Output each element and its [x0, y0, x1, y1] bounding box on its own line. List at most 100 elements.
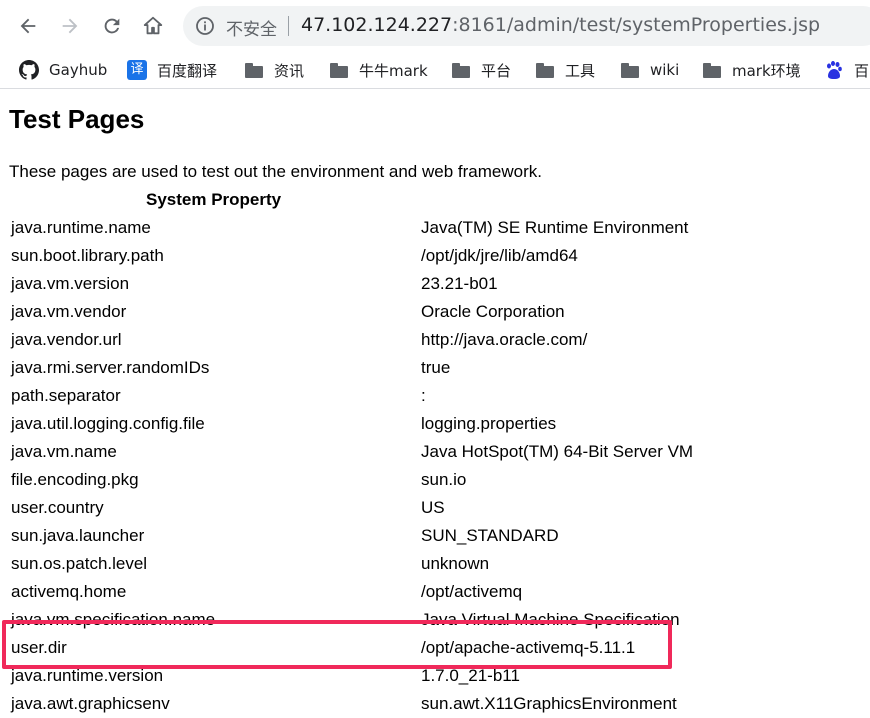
property-value: /opt/activemq: [421, 582, 523, 601]
github-icon: [19, 60, 40, 80]
bookmark-label: 百: [854, 61, 870, 80]
bookmark-label: 百度翻译: [157, 61, 218, 80]
property-name: java.runtime.name: [11, 218, 151, 237]
bookmark-folder-wiki[interactable]: wiki: [620, 58, 679, 82]
table-row: java.vm.specification.name Java Virtual M…: [0, 606, 870, 634]
property-name: java.runtime.version: [11, 666, 164, 685]
property-value: http://java.oracle.com/: [421, 330, 588, 349]
table-row: file.encoding.pkg sun.io: [0, 466, 870, 494]
property-name: sun.java.launcher: [11, 526, 145, 545]
back-button[interactable]: [12, 10, 44, 42]
property-name: java.vm.specification.name: [11, 610, 216, 629]
property-name: path.separator: [11, 386, 121, 405]
forward-arrow-icon: [62, 18, 78, 34]
page-content: Test Pages These pages are used to test …: [0, 90, 870, 715]
table-header: System Property: [146, 190, 282, 209]
table-row: path.separator:: [0, 382, 870, 410]
folder-icon: [451, 60, 471, 80]
property-name: java.vm.vendor: [11, 302, 127, 321]
property-value: sun.awt.X11GraphicsEnvironment: [421, 694, 677, 713]
page-title: Test Pages: [9, 104, 145, 134]
property-value: SUN_STANDARD: [421, 526, 559, 545]
property-value: 23.21-b01: [421, 274, 498, 293]
url-path: :8161/admin/test/systemProperties.jsp: [452, 14, 821, 36]
property-value: logging.properties: [421, 414, 557, 433]
folder-icon: [535, 60, 555, 80]
table-row: java.vm.name Java HotSpot(TM) 64-Bit Serv…: [0, 438, 870, 466]
bookmark-folder-niuniu[interactable]: 牛牛mark: [329, 58, 428, 82]
bookmark-label: 平台: [481, 61, 512, 80]
property-name: java.rmi.server.randomIDs: [11, 358, 210, 377]
property-value: Java Virtual Machine Specification: [421, 610, 680, 629]
translate-icon: 译: [127, 60, 147, 80]
property-name: sun.os.patch.level: [11, 554, 148, 573]
property-value: Oracle Corporation: [421, 302, 565, 321]
property-name: java.vm.version: [11, 274, 130, 293]
folder-icon: [620, 60, 640, 80]
folder-icon: [244, 60, 264, 80]
table-row: java.vm.vendor Oracle Corporation: [0, 298, 870, 326]
property-name: java.vendor.url: [11, 330, 122, 349]
property-name: java.awt.graphicsenv: [11, 694, 170, 713]
bookmark-folder-tools[interactable]: 工具: [535, 58, 595, 82]
home-icon: [143, 16, 163, 35]
table-row: java.rmi.server.randomIDs true: [0, 354, 870, 382]
bookmark-folder-news[interactable]: 资讯: [244, 58, 304, 82]
browser-toolbar: 不安全 47.102.124.227:8161/admin/test/syste…: [0, 0, 870, 52]
property-table: java.runtime.name Java(TM) SE Runtime Env…: [0, 214, 870, 718]
property-name: java.util.logging.config.file: [11, 414, 205, 433]
table-row-highlighted: user.dir/opt/apache-activemq-5.11.1: [0, 634, 870, 662]
property-value: /opt/jdk/jre/lib/amd64: [421, 246, 578, 265]
table-row: java.runtime.version 1.7.0_21-b11: [0, 662, 870, 690]
property-name: java.vm.name: [11, 442, 117, 461]
property-value: sun.io: [421, 470, 467, 489]
forward-button[interactable]: [54, 10, 86, 42]
table-row: java.vm.version 23.21-b01: [0, 270, 870, 298]
security-label[interactable]: 不安全: [226, 15, 277, 40]
bookmark-label: mark环境: [732, 61, 801, 80]
property-name: activemq.home: [11, 582, 127, 601]
folder-icon: [702, 60, 722, 80]
table-row: java.util.logging.config.file logging.pro…: [0, 410, 870, 438]
back-arrow-icon: [20, 18, 36, 34]
page-description: These pages are used to test out the env…: [9, 162, 542, 181]
reload-icon: [104, 18, 120, 34]
bookmark-gayhub[interactable]: Gayhub: [19, 58, 107, 82]
property-value: true: [421, 358, 451, 377]
address-bar[interactable]: 不安全 47.102.124.227:8161/admin/test/syste…: [183, 6, 870, 46]
info-icon[interactable]: [195, 16, 215, 36]
bookmark-label: wiki: [650, 61, 680, 79]
bookmark-folder-mark-env[interactable]: mark环境: [702, 58, 801, 82]
property-value: unknown: [421, 554, 490, 573]
url-host: 47.102.124.227: [301, 14, 453, 36]
bookmark-label: 牛牛mark: [359, 61, 428, 80]
bookmark-baidu[interactable]: 百: [824, 58, 869, 82]
bookmark-label: 资讯: [274, 61, 305, 80]
property-value: US: [421, 498, 445, 517]
folder-icon: [329, 60, 349, 80]
bookmark-label: 工具: [565, 61, 596, 80]
bookmark-label: Gayhub: [49, 61, 108, 79]
reload-button[interactable]: [96, 10, 128, 42]
table-row: java.runtime.name Java(TM) SE Runtime Env…: [0, 214, 870, 242]
table-row: java.awt.graphicsenv sun.awt.X11GraphicsE…: [0, 690, 870, 718]
bookmark-baidu-translate[interactable]: 译 百度翻译: [127, 58, 217, 82]
bookmarks-bar: Gayhub 译 百度翻译 资讯 牛牛mark 平台 工具 wiki mark环…: [0, 52, 870, 89]
table-row: sun.boot.library.path/opt/jdk/jre/lib/am…: [0, 242, 870, 270]
baidu-paw-icon: [824, 60, 844, 80]
property-value: Java(TM) SE Runtime Environment: [421, 218, 689, 237]
omnibox-divider: [288, 16, 289, 36]
home-button[interactable]: [137, 10, 169, 42]
property-name: user.country: [11, 498, 104, 517]
property-value: 1.7.0_21-b11: [421, 666, 520, 685]
property-name: user.dir: [11, 638, 67, 657]
bookmark-folder-platform[interactable]: 平台: [451, 58, 511, 82]
table-row: sun.os.patch.level unknown: [0, 550, 870, 578]
url-text[interactable]: 47.102.124.227:8161/admin/test/systemPro…: [301, 14, 820, 36]
property-value: /opt/apache-activemq-5.11.1: [421, 638, 636, 657]
table-row: user.country US: [0, 494, 870, 522]
property-name: file.encoding.pkg: [11, 470, 139, 489]
property-value: Java HotSpot(TM) 64-Bit Server VM: [421, 442, 694, 461]
property-value: :: [421, 386, 426, 405]
table-row: activemq.home/opt/activemq: [0, 578, 870, 606]
